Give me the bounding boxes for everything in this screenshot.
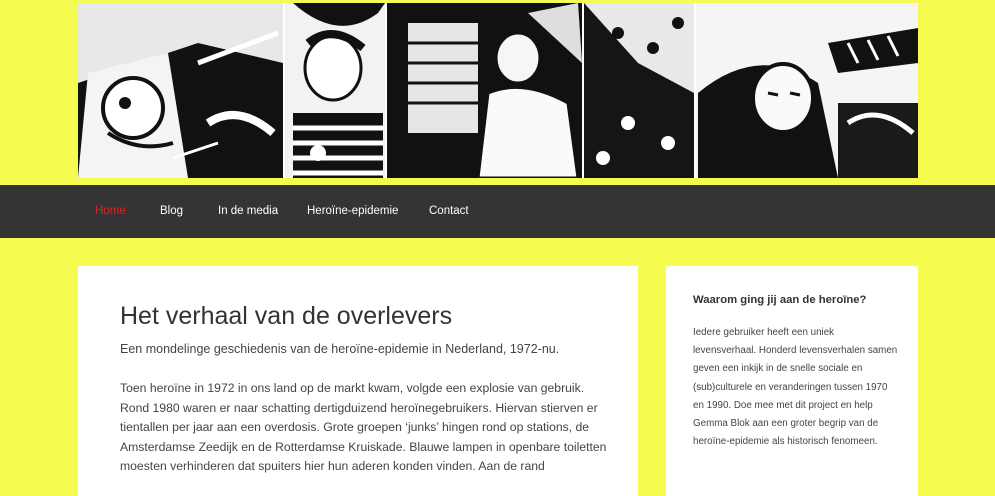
- sidebar-widget: Waarom ging jij aan de heroïne? Iedere g…: [666, 266, 918, 496]
- comic-panel-4: [584, 3, 694, 178]
- nav-item-blog[interactable]: Blog: [160, 205, 183, 217]
- comic-panel-5: [696, 3, 918, 178]
- nav-item-heroine-epidemie[interactable]: Heroïne-epidemie: [307, 205, 398, 217]
- nav-item-in-de-media[interactable]: In de media: [218, 205, 278, 217]
- page-subtitle: Een mondelinge geschiedenis van de heroï…: [120, 342, 560, 356]
- main-navigation: Home Blog In de media Heroïne-epidemie C…: [0, 185, 995, 238]
- header-banner-image: [78, 3, 918, 178]
- widget-title: Waarom ging jij aan de heroïne?: [693, 294, 867, 306]
- comic-panel-3: [387, 3, 582, 178]
- main-article-card: Het verhaal van de overlevers Een mondel…: [78, 266, 638, 496]
- article-body-text: Toen heroïne in 1972 in ons land op de m…: [120, 381, 607, 474]
- comic-panel-1: [78, 3, 283, 178]
- nav-item-home[interactable]: Home: [95, 205, 126, 217]
- comic-panel-2: [285, 3, 385, 178]
- page-title: Het verhaal van de overlevers: [120, 302, 453, 330]
- widget-text: Iedere gebruiker heeft een uniek levensv…: [693, 327, 898, 448]
- nav-item-contact[interactable]: Contact: [429, 205, 469, 217]
